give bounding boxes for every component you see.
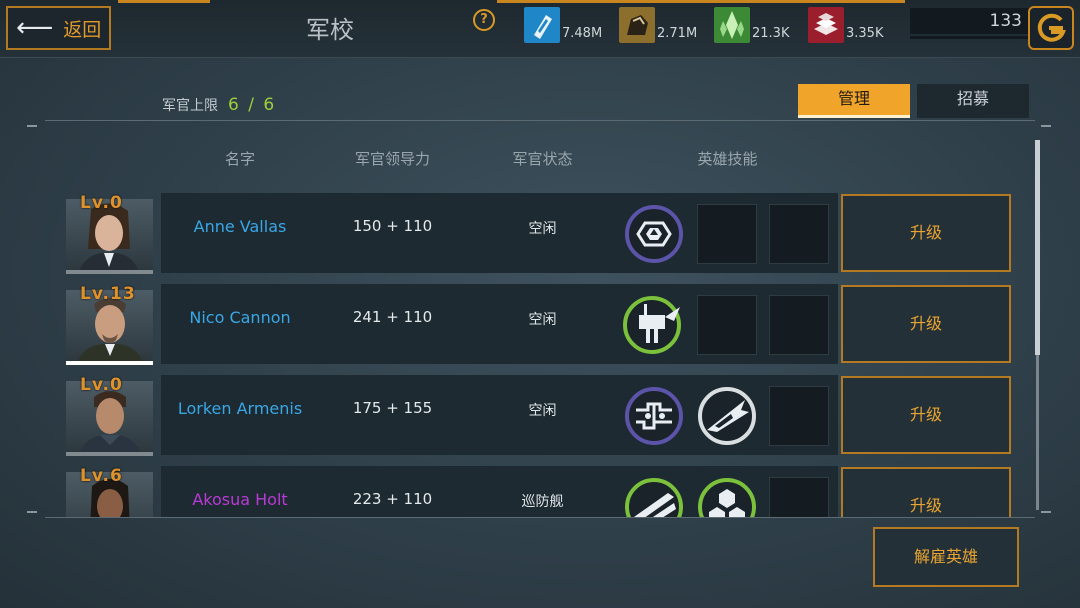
officer-leadership: 150 + 110 — [352, 217, 433, 235]
officer-row[interactable]: Lv.6 Akosua Holt 223 + 110 巡防舰 升级 — [0, 460, 1080, 517]
portrait-underline — [66, 452, 153, 456]
tab-recruit[interactable]: 招募 — [917, 84, 1029, 118]
officer-cap-count: 6 / 6 — [228, 95, 277, 115]
back-button[interactable]: ⟵ 返回 — [6, 6, 111, 50]
upgrade-button[interactable]: 升级 — [841, 467, 1011, 517]
resource-crystal[interactable]: 21.3K — [714, 3, 789, 43]
officer-name: Lorken Armenis — [177, 399, 303, 418]
page-title: 军校 — [306, 16, 354, 44]
officer-cap: 军官上限 6 / 6 — [162, 95, 276, 115]
resource-blue[interactable]: 7.48M — [524, 3, 602, 43]
resource-alloy[interactable]: 3.35K — [808, 3, 883, 43]
officer-name: Nico Cannon — [189, 308, 291, 327]
resource-value: 2.71M — [657, 26, 698, 41]
alloy-bars-icon — [808, 7, 844, 43]
portrait-underline — [66, 270, 153, 274]
dismiss-hero-button[interactable]: 解雇英雄 — [873, 527, 1019, 587]
column-header-leadership: 军官领导力 — [354, 150, 430, 168]
upgrade-button[interactable]: 升级 — [841, 194, 1011, 272]
upgrade-button[interactable]: 升级 — [841, 376, 1011, 454]
turret-skill-icon[interactable] — [622, 295, 682, 355]
resource-ore[interactable]: 2.71M — [619, 3, 697, 43]
blue-crystal-icon — [524, 7, 560, 43]
divider-bottom — [45, 517, 1035, 518]
officer-status: 空闲 — [528, 221, 557, 237]
officer-level: Lv.6 — [80, 466, 123, 486]
corner-tick — [1041, 125, 1051, 127]
officer-level: Lv.13 — [80, 284, 136, 304]
officer-status: 巡防舰 — [521, 494, 564, 510]
help-icon[interactable]: ? — [473, 9, 495, 31]
empty-skill-slot[interactable] — [769, 295, 829, 355]
empty-skill-slot[interactable] — [769, 477, 829, 517]
ore-rock-icon — [619, 7, 655, 43]
column-header-status: 军官状态 — [512, 150, 573, 168]
hex-armor-skill-icon[interactable] — [697, 477, 757, 517]
circuit-skill-icon[interactable] — [624, 386, 684, 446]
officer-leadership: 241 + 110 — [352, 308, 433, 326]
officer-leadership: 223 + 110 — [352, 490, 433, 508]
officer-row[interactable]: Lv.0 Anne Vallas 150 + 110 空闲 升级 — [0, 187, 1080, 278]
fighter-ship-skill-icon[interactable] — [697, 386, 757, 446]
officer-level: Lv.0 — [80, 193, 123, 213]
list-scroll-thumb[interactable] — [1035, 140, 1040, 355]
top-bar: ⟵ 返回 军校 ? 7.48M 2.71M 21.3K 3.35K 133 — [0, 0, 1080, 58]
back-label: 返回 — [63, 18, 102, 41]
back-arrow-icon: ⟵ — [16, 13, 54, 43]
officer-status: 空闲 — [528, 312, 557, 328]
officer-name: Akosua Holt — [192, 490, 288, 509]
empty-skill-slot[interactable] — [697, 295, 757, 355]
officer-status: 空闲 — [528, 403, 557, 419]
upgrade-button[interactable]: 升级 — [841, 285, 1011, 363]
portrait-underline — [66, 361, 153, 365]
officer-cap-label: 军官上限 — [162, 98, 218, 114]
empty-skill-slot[interactable] — [769, 386, 829, 446]
currency-bar — [910, 36, 1028, 39]
column-header-name: 名字 — [224, 150, 255, 168]
green-crystal-icon — [714, 7, 750, 43]
resource-value: 3.35K — [846, 26, 884, 41]
officer-level: Lv.0 — [80, 375, 123, 395]
empty-skill-slot[interactable] — [769, 204, 829, 264]
empty-skill-slot[interactable] — [697, 204, 757, 264]
corner-tick — [27, 125, 37, 127]
corner-tick — [1041, 511, 1051, 513]
tab-manage[interactable]: 管理 — [798, 84, 910, 118]
missile-skill-icon[interactable] — [624, 477, 684, 517]
column-header-skills: 英雄技能 — [697, 150, 758, 168]
officer-row[interactable]: Lv.0 Lorken Armenis 175 + 155 空闲 升级 — [0, 369, 1080, 460]
top-accent-line — [118, 0, 210, 3]
resource-value: 7.48M — [562, 26, 603, 41]
currency-value: 133 — [910, 8, 1028, 34]
officer-name: Anne Vallas — [193, 217, 287, 236]
officer-leadership: 175 + 155 — [352, 399, 433, 417]
resource-value: 21.3K — [752, 26, 790, 41]
divider-top — [45, 120, 1035, 121]
corner-tick — [27, 511, 37, 513]
officer-list[interactable]: Lv.0 Anne Vallas 150 + 110 空闲 升级 Lv.13 N… — [0, 187, 1080, 517]
gold-coin-icon[interactable] — [1028, 6, 1074, 50]
officer-row[interactable]: Lv.13 Nico Cannon 241 + 110 空闲 升级 — [0, 278, 1080, 369]
hex-shield-skill-icon[interactable] — [624, 204, 684, 264]
